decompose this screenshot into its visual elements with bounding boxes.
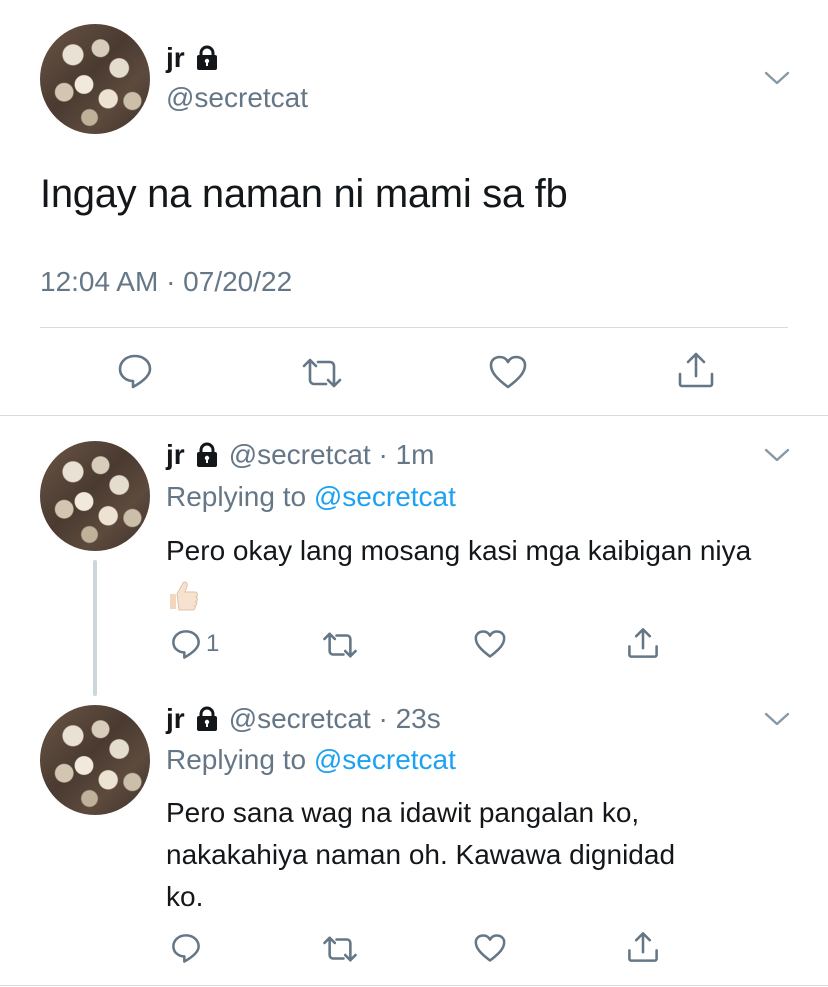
reply-header: jr @secretcat · 1m: [166, 439, 435, 471]
reply-icon[interactable]: [170, 932, 202, 964]
chevron-down-icon[interactable]: [764, 447, 790, 463]
author-handle-time[interactable]: @secretcat · 23s: [229, 703, 441, 735]
retweet-icon[interactable]: [321, 934, 359, 964]
chevron-down-icon[interactable]: [764, 70, 790, 86]
divider: [40, 327, 788, 328]
like-icon[interactable]: [473, 629, 507, 659]
share-icon[interactable]: [626, 930, 660, 964]
replying-to-prefix: Replying to: [166, 744, 307, 775]
retweet-icon[interactable]: [300, 356, 344, 390]
avatar[interactable]: [40, 24, 150, 134]
replying-to-prefix: Replying to: [166, 481, 307, 512]
author-handle[interactable]: @secretcat: [166, 82, 308, 114]
author-name[interactable]: jr: [166, 439, 185, 471]
replying-to: Replying to @secretcat: [166, 744, 456, 776]
like-icon[interactable]: [488, 354, 528, 390]
tweet-text-line: Pero sana wag na idawit pangalan ko,: [166, 797, 640, 828]
divider: [0, 415, 828, 416]
tweet-text: Ingay na naman ni mami sa fb: [40, 172, 568, 216]
share-icon[interactable]: [626, 626, 660, 660]
avatar[interactable]: [40, 705, 150, 815]
author-name-text: jr: [166, 42, 185, 73]
tweet-text: Pero sana wag na idawit pangalan ko, nak…: [166, 792, 786, 918]
author-handle-time[interactable]: @secretcat · 1m: [229, 439, 435, 471]
reply-header: jr @secretcat · 23s: [166, 703, 441, 735]
reply-icon[interactable]: [116, 352, 154, 390]
retweet-icon[interactable]: [321, 630, 359, 660]
reply-icon: [170, 628, 202, 660]
lock-icon: [193, 45, 221, 71]
tweet-text-content: Pero okay lang mosang kasi mga kaibigan …: [166, 535, 752, 566]
avatar[interactable]: [40, 441, 150, 551]
thumbs-up-emoji: [166, 578, 200, 612]
like-icon[interactable]: [473, 933, 507, 963]
tweet-timestamp: 12:04 AM · 07/20/22: [40, 266, 293, 297]
reply-count: 1: [206, 630, 220, 657]
mention-link[interactable]: @secretcat: [314, 744, 456, 775]
chevron-down-icon[interactable]: [764, 711, 790, 727]
divider: [0, 985, 828, 986]
tweet-text: Pero okay lang mosang kasi mga kaibigan …: [166, 530, 786, 614]
reply-button[interactable]: 1: [170, 628, 219, 660]
tweet-text-line: ko.: [166, 881, 204, 912]
lock-icon: [193, 442, 221, 468]
thread-connector: [93, 560, 97, 696]
mention-link[interactable]: @secretcat: [314, 481, 456, 512]
author-name[interactable]: jr: [166, 42, 221, 74]
replying-to: Replying to @secretcat: [166, 481, 456, 513]
share-icon[interactable]: [676, 350, 716, 390]
author-name[interactable]: jr: [166, 703, 185, 735]
lock-icon: [193, 706, 221, 732]
tweet-text-line: nakakahiya naman oh. Kawawa dignidad: [166, 839, 676, 870]
